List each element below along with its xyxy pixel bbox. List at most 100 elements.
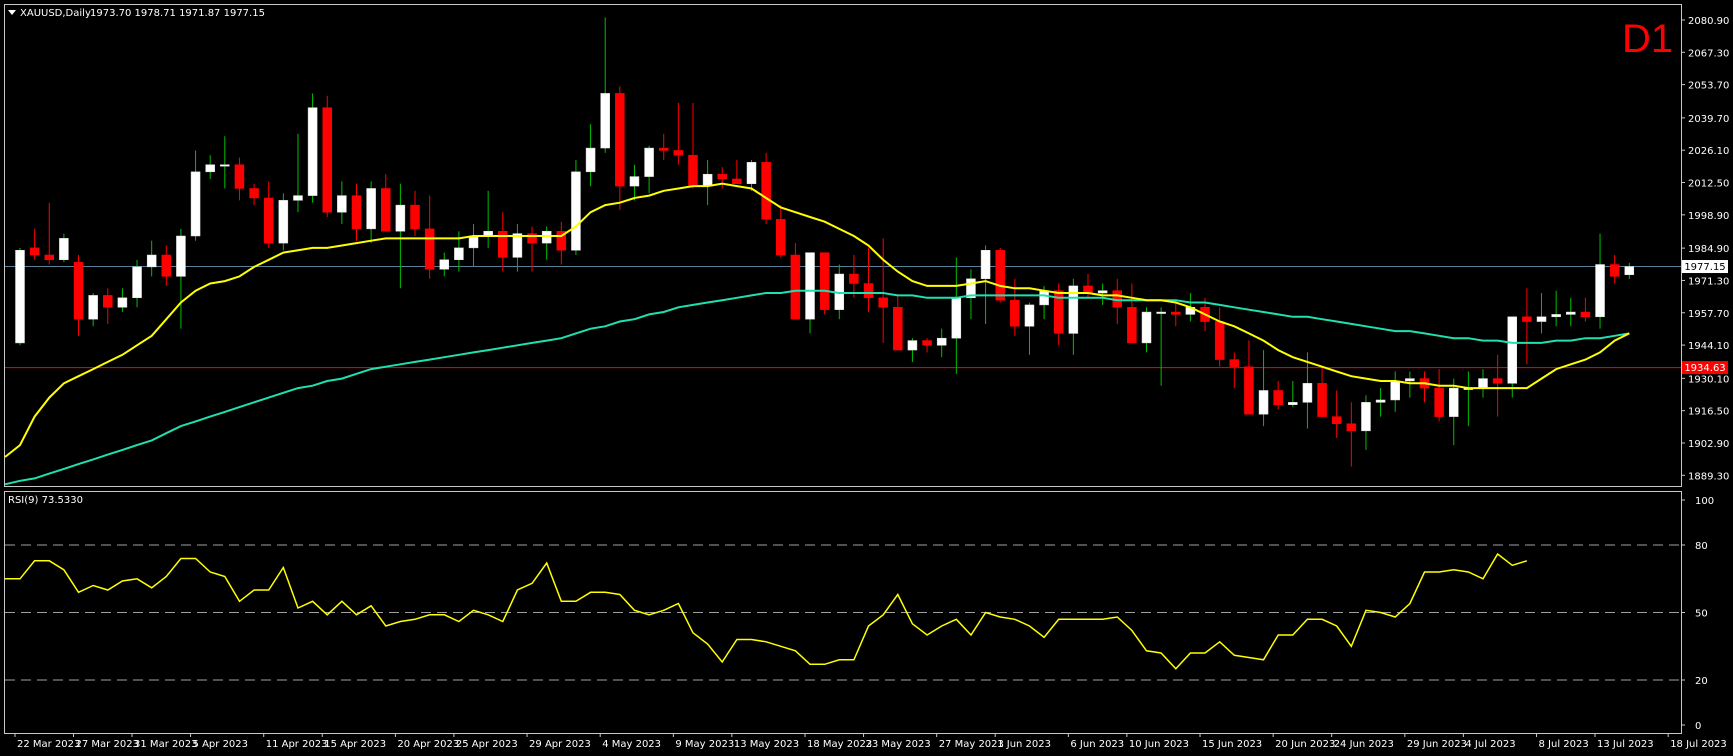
- candle-body-bull: [936, 337, 947, 346]
- rsi-tick-label: 20: [1695, 676, 1708, 687]
- time-tick-label: 5 Apr 2023: [193, 739, 248, 750]
- candle-body-bull: [59, 238, 69, 261]
- candle-body-bear: [44, 254, 55, 261]
- price-tick-label: 1889.30: [1688, 471, 1729, 482]
- candle-body-bear: [103, 295, 113, 308]
- candle-body-bear: [381, 188, 391, 232]
- trading-chart[interactable]: 2080.90 2067.30 2053.70 2039.70 2026.10 2012.…: [0, 0, 1733, 756]
- candle-body-bear: [878, 297, 888, 308]
- candle-body-bear: [863, 283, 874, 299]
- candle: [571, 159, 581, 256]
- time-tick-label: 8 Jul 2023: [1539, 739, 1589, 750]
- candle-body-bear: [688, 154, 698, 187]
- candle-body-bull: [1390, 380, 1400, 401]
- time-tick-label: 31 Mar 2023: [134, 739, 197, 750]
- time-tick-label: 13 May 2023: [734, 739, 799, 750]
- candle-body-bull: [1405, 378, 1415, 382]
- candle-body-bull: [805, 252, 815, 320]
- candle-body-bull: [220, 164, 230, 167]
- candle-body-bull: [190, 171, 201, 237]
- time-tick-label: 29 Apr 2023: [529, 739, 591, 750]
- time-tick-label: 9 May 2023: [675, 739, 734, 750]
- level-price-label: 1934.63: [1684, 363, 1725, 374]
- candle-body-bear: [1010, 299, 1020, 327]
- candle-body-bull: [1551, 314, 1561, 318]
- candle-body-bear: [1127, 307, 1137, 344]
- candle-body-bear: [410, 204, 420, 230]
- time-tick-label: 10 Jun 2023: [1129, 739, 1189, 750]
- rsi-header-label: RSI(9) 73.5330: [8, 495, 83, 506]
- time-tick-label: 24 Jun 2023: [1334, 739, 1394, 750]
- price-axis: 2080.90 2067.30 2053.70 2039.70 2026.10 2012.…: [1681, 16, 1729, 482]
- candle-body-bull: [600, 93, 610, 149]
- candle-body-bull: [1141, 311, 1152, 344]
- candle-body-bear: [424, 228, 435, 270]
- candle-body-bull: [644, 147, 654, 177]
- candle-body-bear: [922, 340, 932, 346]
- candle: [761, 152, 771, 225]
- price-tick-label: 2039.70: [1688, 114, 1729, 125]
- chart-background: [0, 0, 1733, 756]
- candle-body-bull: [1302, 383, 1313, 403]
- candle-body-bear: [161, 254, 172, 277]
- candle-body-bear: [1229, 359, 1240, 367]
- price-tick-label: 2026.10: [1688, 146, 1729, 157]
- price-tick-label: 2080.90: [1688, 16, 1729, 27]
- candle-body-bull: [571, 171, 581, 251]
- time-tick-label: 4 Jul 2023: [1465, 739, 1515, 750]
- time-tick-label: 20 Jun 2023: [1275, 739, 1335, 750]
- candle-body-bull: [293, 195, 303, 201]
- candle-body-bear: [1244, 366, 1254, 415]
- candle-body-bull: [1039, 290, 1049, 306]
- candle-body-bear: [893, 307, 903, 351]
- time-tick-label: 18 Jul 2023: [1670, 739, 1727, 750]
- price-tick-label: 1998.90: [1688, 211, 1729, 222]
- candle-body-bear: [1434, 387, 1444, 417]
- candle-body-bull: [395, 204, 406, 232]
- candle-body-bull: [1624, 266, 1635, 275]
- candle-body-bull: [512, 233, 523, 258]
- price-tick-label: 1916.50: [1688, 407, 1729, 418]
- candle: [995, 247, 1005, 303]
- candle: [15, 247, 25, 346]
- candle-body-bull: [1507, 316, 1518, 384]
- time-tick-label: 15 Jun 2023: [1202, 739, 1262, 750]
- candle-body-bull: [1156, 311, 1166, 314]
- candle-body-bull: [366, 188, 376, 230]
- time-tick-label: 6 Jun 2023: [1070, 739, 1124, 750]
- candle: [819, 252, 830, 315]
- candle-body-bull: [585, 147, 596, 173]
- candle-body-bull: [1375, 399, 1386, 403]
- candle-body-bull: [1566, 311, 1576, 315]
- candle-body-bull: [1595, 264, 1605, 318]
- candle-body-bull: [746, 162, 757, 184]
- rsi-tick-label: 50: [1695, 609, 1708, 620]
- candle-body-bear: [1171, 311, 1181, 315]
- candle-body-bull: [541, 230, 552, 244]
- ohlc-values: 1973.70 1978.71 1971.87 1977.15: [90, 8, 265, 19]
- price-tick-label: 1984.90: [1688, 244, 1729, 255]
- candle-body-bull: [117, 297, 128, 308]
- candle-body-bear: [819, 252, 830, 310]
- candle-body-bear: [263, 197, 274, 244]
- candle-body-bull: [454, 247, 464, 261]
- rsi-tick-label: 0: [1695, 721, 1701, 732]
- candle-body-bull: [337, 195, 347, 213]
- time-tick-label: 11 Apr 2023: [266, 739, 328, 750]
- candle-body-bear: [761, 162, 771, 220]
- current-price-label: 1977.15: [1684, 262, 1725, 273]
- candle-body-bear: [732, 178, 742, 184]
- candle-body-bull: [1097, 290, 1108, 294]
- candle-body-bull: [1536, 316, 1547, 322]
- candle-body-bull: [15, 250, 25, 344]
- symbol-label: XAUUSD,Daily: [20, 8, 91, 19]
- candle-body-bull: [278, 200, 289, 244]
- candle-body-bear: [1273, 390, 1283, 405]
- price-tick-label: 1902.90: [1688, 439, 1729, 450]
- candle-body-bear: [717, 173, 727, 180]
- timeframe-label: D1: [1622, 17, 1673, 61]
- time-tick-label: 27 May 2023: [939, 739, 1004, 750]
- time-tick-label: 29 Jun 2023: [1407, 739, 1467, 750]
- candle-body-bear: [249, 188, 259, 199]
- candle-body-bull: [1024, 304, 1035, 327]
